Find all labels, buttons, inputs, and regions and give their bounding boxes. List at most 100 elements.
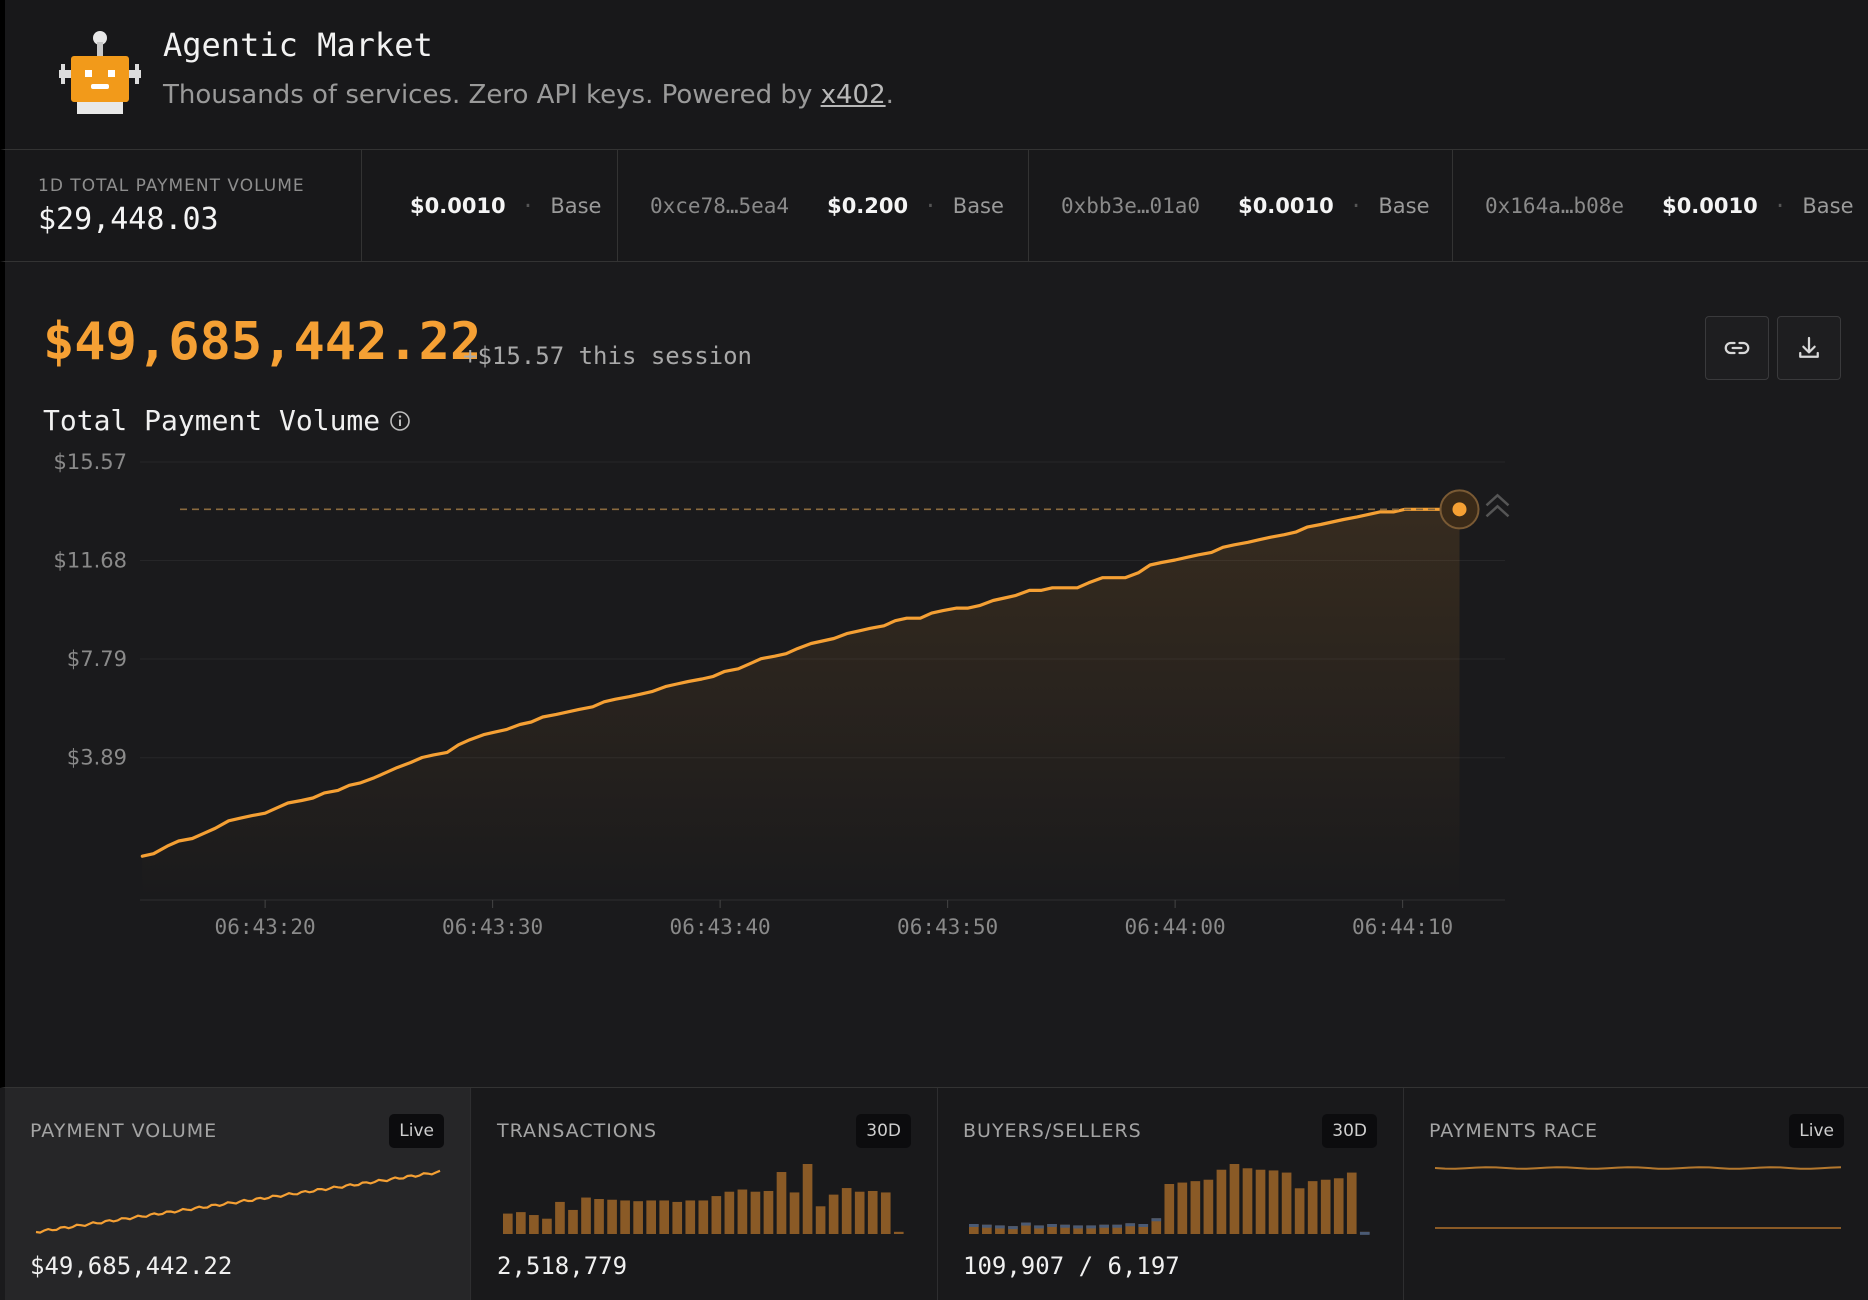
volume-sparkline — [35, 1169, 441, 1234]
download-button[interactable] — [1777, 316, 1841, 380]
ticker-separator: · — [1773, 194, 1787, 218]
x-tick-label: 06:44:10 — [1352, 915, 1453, 939]
seller-bar-segment — [1151, 1218, 1162, 1222]
main-chart-panel: $49,685,442.22 +$15.57 this session Tota… — [0, 262, 1868, 1088]
bar — [1190, 1181, 1201, 1234]
volume-value: $29,448.03 — [38, 202, 219, 237]
card-buyers-sellers[interactable]: BUYERS/SELLERS 30D 109,907 / 6,197 — [938, 1088, 1404, 1300]
bar — [1255, 1169, 1266, 1234]
subtitle-period: . — [885, 80, 894, 110]
buyers-sellers-bar-chart — [969, 1164, 1370, 1235]
ticker-separator: · — [1349, 194, 1363, 218]
ticker-item[interactable]: 0x164a…b08e $0.0010 · Base — [1453, 150, 1868, 262]
ticker-separator: · — [924, 194, 937, 218]
bar — [1281, 1172, 1292, 1234]
y-tick-label: $15.57 — [54, 450, 127, 474]
bar — [542, 1218, 552, 1234]
bar — [737, 1189, 748, 1234]
volume-area — [142, 509, 1460, 900]
current-value-marker — [1452, 502, 1467, 517]
card-label: BUYERS/SELLERS — [963, 1120, 1142, 1142]
bar — [646, 1200, 656, 1234]
y-tick-label: $11.68 — [54, 548, 127, 572]
seller-bar-segment — [1034, 1225, 1044, 1229]
card-payment-volume[interactable]: PAYMENT VOLUME Live $49,685,442.22 — [5, 1088, 471, 1300]
seller-bar-segment — [969, 1224, 979, 1227]
bar — [880, 1192, 891, 1234]
copy-link-button[interactable] — [1705, 316, 1769, 380]
ticker-chain: Base — [952, 194, 1004, 218]
live-badge: Live — [1789, 1114, 1844, 1148]
payment-volume-chart[interactable]: $3.89 $7.79 $11.68 $15.57 06:43:20 06:43:30 0… — [5, 442, 1868, 1082]
bar — [1229, 1164, 1240, 1234]
bar — [802, 1164, 813, 1234]
seller-bar-segment — [1099, 1224, 1109, 1228]
download-icon — [1799, 336, 1819, 358]
chart-title: Total Payment Volume — [43, 404, 381, 437]
race-line — [1434, 1166, 1842, 1170]
bar — [893, 1231, 904, 1234]
x-tick-label: 06:43:20 — [215, 915, 316, 939]
bar — [763, 1190, 774, 1234]
bar — [555, 1201, 565, 1234]
bar — [503, 1213, 513, 1234]
x402-link[interactable]: x402 — [821, 80, 886, 110]
ticker-item[interactable]: 0xbb3e…01a0 $0.0010 · Base — [1029, 150, 1453, 262]
seller-bar-segment — [995, 1225, 1005, 1229]
ticker-chain: Base — [1378, 194, 1430, 218]
card-transactions[interactable]: TRANSACTIONS 30D 2,518,779 — [472, 1088, 938, 1300]
seller-bar-segment — [1060, 1224, 1070, 1228]
bar — [1346, 1172, 1357, 1234]
y-tick-label: $7.79 — [67, 647, 127, 671]
bar — [633, 1201, 643, 1234]
info-icon[interactable] — [389, 410, 411, 432]
seller-bar-segment — [1008, 1226, 1018, 1230]
seller-bar-segment — [1138, 1224, 1149, 1227]
card-label: TRANSACTIONS — [497, 1120, 658, 1142]
card-value: 109,907 / 6,197 — [963, 1252, 1180, 1280]
seller-bar-segment — [1359, 1231, 1370, 1235]
card-payments-race[interactable]: PAYMENTS RACE Live — [1404, 1088, 1868, 1300]
bar — [620, 1200, 630, 1234]
card-label: PAYMENTS RACE — [1429, 1120, 1599, 1142]
volume-cell: 1D TOTAL PAYMENT VOLUME $29,448.03 — [5, 150, 362, 262]
x-tick-label: 06:43:40 — [670, 915, 771, 939]
x-tick-label: 06:44:00 — [1125, 915, 1226, 939]
seller-bar-segment — [1021, 1222, 1031, 1226]
bar — [841, 1188, 852, 1234]
period-badge: 30D — [856, 1114, 911, 1148]
x-tick-label: 06:43:30 — [442, 915, 543, 939]
period-badge: 30D — [1322, 1114, 1377, 1148]
transactions-bar-chart — [503, 1164, 904, 1234]
ticker-amount: $0.0010 — [1662, 194, 1758, 218]
card-value: $49,685,442.22 — [30, 1252, 233, 1280]
sparkline-path — [35, 1169, 441, 1234]
bar — [581, 1197, 591, 1234]
bar — [659, 1200, 670, 1234]
bar — [1268, 1170, 1279, 1234]
bar — [724, 1191, 735, 1234]
ticker-amount: $0.0010 — [410, 194, 506, 218]
live-badge: Live — [389, 1114, 444, 1148]
bar — [815, 1206, 826, 1234]
ticker-separator: · — [521, 194, 535, 218]
x-tick-label: 06:43:50 — [897, 915, 998, 939]
bar — [711, 1196, 722, 1234]
bar — [568, 1209, 578, 1234]
seller-bar-segment — [1073, 1225, 1083, 1229]
ticker-item[interactable]: 0xce78…5ea4 $0.200 · Base — [618, 150, 1029, 262]
seller-bar-segment — [982, 1224, 992, 1228]
seller-bar-segment — [1112, 1224, 1122, 1228]
bar — [828, 1194, 839, 1234]
seller-bar-segment — [1125, 1223, 1136, 1227]
seller-bar-segment — [1086, 1225, 1096, 1229]
ticker-chain: Base — [550, 194, 602, 218]
bar — [1307, 1181, 1318, 1234]
ticker-item[interactable]: $0.0010 · Base — [362, 150, 618, 262]
ticker-chain: Base — [1802, 194, 1854, 218]
y-tick-label: $3.89 — [67, 746, 127, 770]
bar — [594, 1199, 604, 1234]
bar — [516, 1212, 526, 1234]
link-icon — [1724, 341, 1750, 355]
bar — [1320, 1179, 1331, 1234]
